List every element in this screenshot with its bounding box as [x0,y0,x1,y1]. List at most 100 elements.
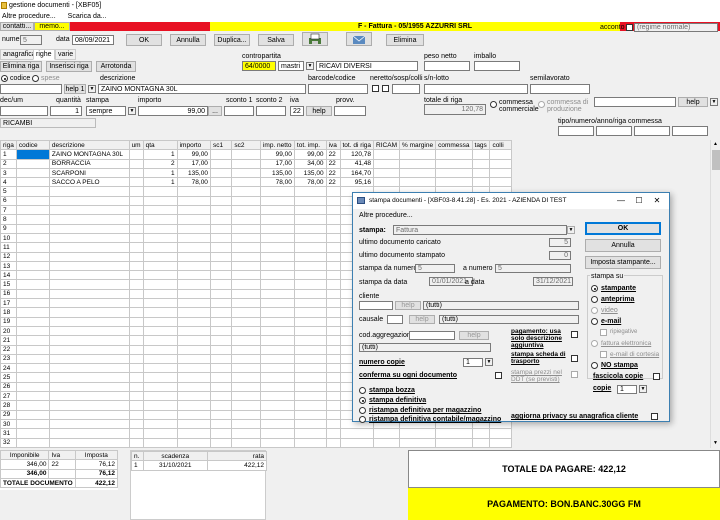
grid-col-header[interactable]: tot. di riga [339,140,375,151]
grid-cell[interactable] [15,428,50,439]
grid-cell[interactable] [209,390,233,402]
grid-cell[interactable] [231,344,261,355]
grid-cell[interactable] [176,223,211,234]
grid-cell[interactable] [128,205,144,216]
grid-cell[interactable] [15,418,50,430]
importo-more-button[interactable]: ... [208,106,222,116]
grid-cell[interactable] [231,288,261,300]
grid-cell[interactable]: 6 [0,195,17,207]
grid-cell[interactable] [128,353,144,365]
grid-cell[interactable] [128,288,144,300]
table-row[interactable]: 1 ZAINO MONTAGNA 30L 1 99,00 99,00 99,00 22 120… [0,149,512,160]
contatti-button[interactable]: contatti... [0,22,34,31]
grid-cell[interactable] [209,232,233,244]
grid-cell[interactable]: 135,00 [259,167,295,179]
grid-cell[interactable] [209,260,233,272]
grid-cell[interactable] [48,344,130,355]
grid-cell[interactable] [259,400,295,411]
grid-cell[interactable] [293,298,327,309]
grid-cell[interactable] [471,149,491,160]
grid-cell[interactable]: 29 [0,409,17,420]
table-row[interactable]: 32 [0,437,512,448]
grid-cell[interactable]: 3 [0,167,17,179]
grid-cell[interactable] [259,418,295,430]
grid-cell[interactable] [128,372,144,383]
minimize-icon[interactable]: — [613,193,629,209]
grid-cell[interactable] [128,186,144,197]
grid-cell[interactable] [325,344,341,355]
grid-cell[interactable]: 25 [0,372,17,383]
grid-cell[interactable]: 22 [325,149,341,160]
grid-cell[interactable] [325,242,341,253]
grid-cell[interactable] [128,335,144,346]
grid-cell[interactable] [48,325,130,337]
dialog-annulla-button[interactable]: Annulla [585,239,661,252]
grid-cell[interactable] [293,353,327,365]
grid-col-header[interactable]: colli [489,140,512,151]
grid-col-header[interactable]: tot. imp. [293,140,327,151]
grid-cell[interactable] [259,325,295,337]
duplica-button[interactable]: Duplica... [214,34,250,46]
grid-cell[interactable] [259,437,295,448]
grid-cell[interactable] [15,400,50,411]
grid-cell[interactable] [325,409,341,420]
grid-cell[interactable]: 1 [142,177,178,188]
grid-cell[interactable] [293,251,327,262]
grid-cell[interactable] [176,205,211,216]
grid-cell[interactable] [128,177,144,188]
grid-cell[interactable] [176,325,211,337]
grid-cell[interactable]: ZAINO MONTAGNA 30L [48,149,130,160]
grid-cell[interactable] [48,214,130,225]
grid-cell[interactable] [142,214,178,225]
grid-cell[interactable] [325,279,341,290]
grid-cell[interactable] [128,325,144,337]
grid-cell[interactable] [231,437,261,448]
grid-cell[interactable] [209,242,233,253]
grid-cell[interactable] [142,390,178,402]
grid-cell[interactable] [259,372,295,383]
grid-cell[interactable] [231,390,261,402]
grid-cell[interactable] [293,316,327,327]
grid-cell[interactable] [48,205,130,216]
grid-cell[interactable]: 78,00 [293,177,327,188]
grid-cell[interactable] [15,372,50,383]
grid-cell[interactable] [231,205,261,216]
grid-cell[interactable] [128,232,144,244]
grid-cell[interactable] [128,223,144,234]
grid-cell[interactable] [48,186,130,197]
grid-cell[interactable] [471,437,491,448]
commessa-produzione-radio[interactable] [538,101,545,108]
grid-cell[interactable] [176,390,211,402]
grid-cell[interactable] [325,307,341,318]
codice-field[interactable] [0,84,62,94]
commessa-commerciale-radio[interactable] [490,101,497,108]
grid-cell[interactable] [325,372,341,383]
grid-cell[interactable] [293,205,327,216]
contropartita-desc-field[interactable]: RICAVI DIVERSI [316,61,418,71]
grid-cell[interactable] [259,307,295,318]
memo-button[interactable]: memo... [34,22,70,31]
grid-cell[interactable]: 12 [0,251,17,262]
stampa-definitiva-radio[interactable] [359,397,366,404]
grid-cell[interactable] [325,260,341,272]
grid-cell[interactable] [15,288,50,300]
grid-cell[interactable] [325,428,341,439]
grid-cell[interactable] [142,251,178,262]
grid-cell[interactable] [259,363,295,374]
grid-cell[interactable]: 135,00 [293,167,327,179]
grid-cell[interactable] [176,400,211,411]
grid-cell[interactable] [293,381,327,393]
grid-cell[interactable] [231,186,261,197]
acconto-checkbox[interactable] [626,24,633,31]
grid-cell[interactable] [293,279,327,290]
grid-cell[interactable] [128,437,144,448]
causale-help-button[interactable]: help [409,315,435,324]
grid-col-header[interactable]: qta [142,140,178,151]
a-data-field[interactable]: 31/12/2021 [533,277,573,286]
grid-cell[interactable] [142,260,178,272]
grid-cell[interactable] [48,298,130,309]
grid-cell[interactable] [15,195,50,207]
grid-cell[interactable] [231,279,261,290]
menu-item-altre-procedure[interactable]: Altre procedure... [2,13,56,20]
grid-col-header[interactable]: tags [471,140,491,151]
